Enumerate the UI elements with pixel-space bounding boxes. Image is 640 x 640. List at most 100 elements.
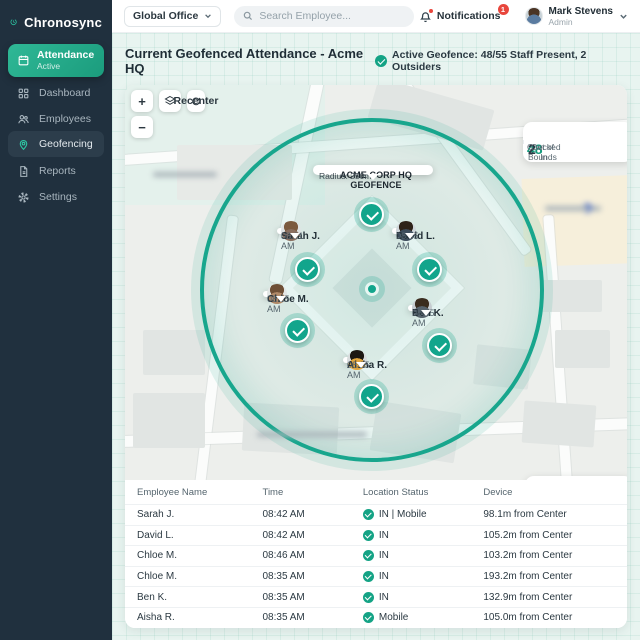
bell-icon: [419, 8, 433, 23]
sidebar-item-attendance[interactable]: Attendance Active: [8, 44, 104, 77]
sidebar-item-label: Attendance: [37, 49, 95, 61]
geofence-status-text: Active Geofence: 48/55 Staff Present, 2 …: [392, 49, 587, 73]
status-text: IN | Mobile: [378, 509, 427, 521]
geofence-tooltip-radius: Radius: 250m: [319, 171, 372, 181]
user-role: Admin: [548, 16, 573, 27]
blur-line: [153, 172, 201, 177]
app-name: Chronosync: [24, 14, 102, 30]
marker-time: 08:35 AM: [396, 231, 419, 251]
chevron-down-icon: [205, 14, 212, 19]
office-selector[interactable]: Global Office: [124, 5, 222, 27]
status-check-icon: [375, 55, 388, 67]
stats-card-bottom: 48 Checked In 2 Out of Bounds: [525, 476, 627, 480]
sidebar-item-sublabel: Active: [37, 61, 61, 71]
marker-check-ben[interactable]: [427, 333, 452, 358]
marker-check-chloe[interactable]: [285, 318, 310, 343]
geofence-tooltip[interactable]: ACME CORP HQ GEOFENCE Radius: 250m: [313, 165, 433, 190]
geofencing-pin-icon: [19, 139, 28, 150]
employees-icon: [18, 114, 29, 123]
cell-status: IN: [351, 571, 471, 583]
cell-employee-name: Sarah J.: [137, 509, 175, 521]
geofence-center-check-marker[interactable]: [359, 202, 384, 227]
cell-device: 193.2m from Center: [483, 571, 573, 583]
marker-card-chloe[interactable]: Chloe M. 08:35 AM: [263, 284, 309, 314]
cell-device: 98.1m from Center: [483, 509, 567, 521]
cell-device: 105.2m from Center: [483, 529, 573, 541]
column-header-employee: Employee Name: [137, 486, 208, 498]
marker-check-aisha[interactable]: [359, 384, 384, 409]
table-header-row: Employee Name Time Location Status Devic…: [125, 480, 627, 504]
bell-alert-dot: [428, 8, 433, 13]
sidebar-item-reports[interactable]: Reports: [8, 158, 104, 184]
sidebar-item-label: Employees: [39, 113, 91, 125]
cell-time: 08:35 AM: [262, 571, 305, 583]
blur-line: [545, 206, 589, 211]
stats-card-top: 48 Checked In 2 Out of Bounds: [523, 122, 627, 162]
map-card: + − Recenter ACME CORP HQ GEOFENCE Radiu…: [125, 85, 627, 628]
cell-device: 105.0m from Center: [483, 612, 573, 624]
cell-employee-name: Chloe M.: [137, 550, 178, 562]
sidebar-item-settings[interactable]: Settings: [8, 184, 104, 210]
status-text: IN: [378, 529, 389, 541]
search-input[interactable]: Search Employee...: [234, 5, 415, 27]
map-building: [133, 393, 205, 448]
cell-employee-name: Aisha R.: [137, 612, 175, 624]
status-check-icon: [362, 509, 374, 521]
marker-time: 08:35 AM: [412, 308, 435, 328]
status-check-icon: [362, 591, 374, 603]
search-placeholder: Search Employee...: [259, 10, 351, 22]
chevron-down-icon: [620, 14, 627, 19]
map-building: [540, 280, 602, 312]
table-row[interactable]: Sarah J. 08:42 AM IN | Mobile 98.1m from…: [125, 504, 627, 525]
sidebar-item-label: Settings: [39, 191, 77, 203]
map-building: [143, 330, 205, 375]
map-zoom-in-button[interactable]: +: [131, 90, 153, 112]
cell-time: 08:42 AM: [262, 529, 305, 541]
column-header-device: Device: [483, 486, 513, 498]
marker-check-david[interactable]: [417, 257, 442, 282]
marker-card-david[interactable]: David L. 08:35 AM: [392, 221, 435, 251]
table-row[interactable]: Chloe M. 08:46 AM IN 103.2m from Center: [125, 545, 627, 566]
table-row[interactable]: Ben K. 08:35 AM IN 132.9m from Center: [125, 586, 627, 607]
sidebar: Chronosync Attendance Active Dashboard E…: [0, 0, 112, 640]
marker-time: 08:35 AM: [267, 294, 290, 314]
marker-card-ben[interactable]: Ben K. 08:35 AM: [408, 298, 444, 328]
cell-employee-name: Ben K.: [137, 591, 168, 603]
status-text: Mobile: [378, 612, 409, 624]
user-info: Mark Stevens Admin: [549, 6, 613, 27]
cell-employee-name: David L.: [137, 529, 174, 541]
recenter-label: Recenter: [173, 95, 219, 107]
main-content: Current Geofenced Attendance - Acme HQ A…: [112, 33, 640, 640]
cell-time: 08:35 AM: [262, 612, 305, 624]
map-zoom-out-button[interactable]: −: [131, 116, 153, 138]
page-header: Current Geofenced Attendance - Acme HQ A…: [125, 46, 627, 76]
sidebar-item-geofencing[interactable]: Geofencing: [8, 131, 104, 157]
geofence-center-dot: [365, 282, 379, 296]
marker-card-sarah[interactable]: Sarah J. 08:31 AM: [277, 221, 320, 251]
notifications-badge: 1: [497, 3, 509, 15]
marker-time: 08:35 AM: [347, 360, 370, 380]
sidebar-item-employees[interactable]: Employees: [8, 106, 104, 132]
user-name: Mark Stevens: [548, 5, 613, 17]
column-header-time: Time: [262, 486, 284, 498]
app-window: Chronosync Attendance Active Dashboard E…: [0, 0, 640, 640]
map-recenter-button[interactable]: Recenter: [174, 90, 218, 112]
table-row[interactable]: Chloe M. 08:35 AM IN 193.2m from Center: [125, 565, 627, 587]
calendar-icon: [18, 55, 29, 66]
geofence-map[interactable]: + − Recenter ACME CORP HQ GEOFENCE Radiu…: [125, 85, 627, 480]
sidebar-item-dashboard[interactable]: Dashboard: [8, 80, 104, 106]
page-title: Current Geofenced Attendance - Acme HQ: [125, 46, 364, 76]
status-check-icon: [362, 612, 374, 624]
table-row[interactable]: David L. 08:42 AM IN 105.2m from Center: [125, 524, 627, 546]
table-row[interactable]: Aisha R. 08:35 AM Mobile 105.0m from Cen…: [125, 606, 627, 628]
attendance-table: Employee Name Time Location Status Devic…: [125, 480, 627, 628]
status-text: IN: [378, 571, 389, 583]
marker-card-aisha[interactable]: Aisha R. 08:35 AM: [343, 350, 387, 380]
notifications-label: Notifications: [436, 10, 501, 22]
cell-time: 08:46 AM: [262, 550, 305, 562]
cell-device: 103.2m from Center: [483, 550, 573, 562]
blur-line: [257, 432, 341, 437]
marker-check-sarah[interactable]: [295, 257, 320, 282]
user-menu[interactable]: Mark Stevens Admin: [524, 6, 628, 27]
notifications-button[interactable]: Notifications 1: [419, 3, 509, 23]
